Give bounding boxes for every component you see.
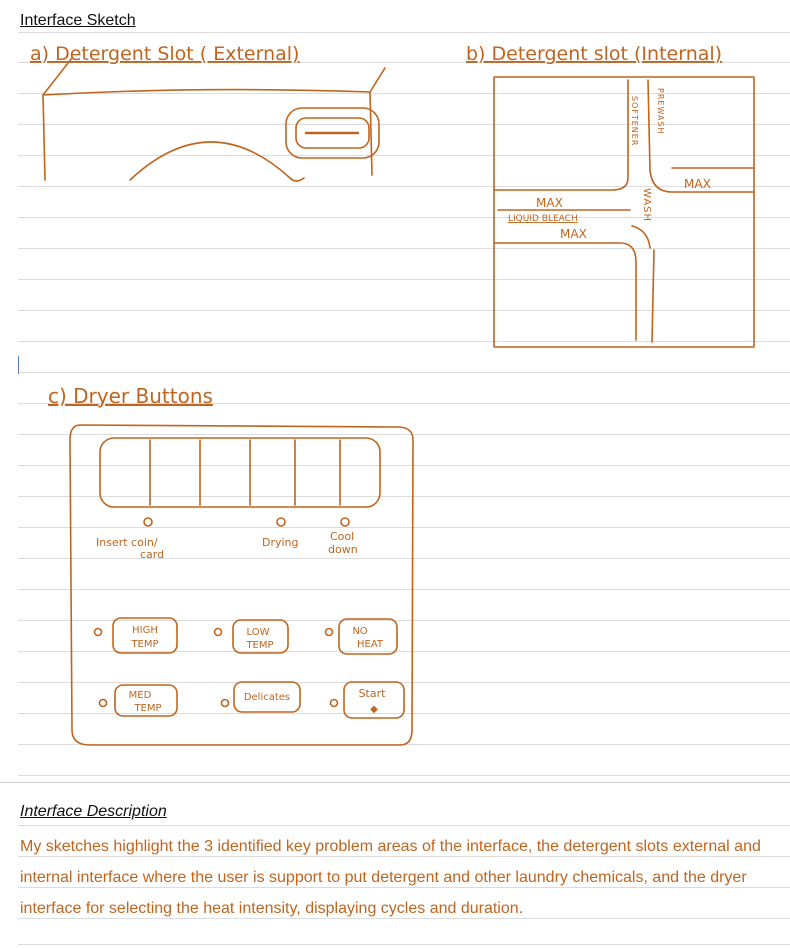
max-under-bleach-label: MAX xyxy=(560,227,587,241)
softener-label: SOFTENER xyxy=(630,96,639,146)
insert-coin-label-line2: card xyxy=(140,548,164,561)
start-symbol-icon: ◆ xyxy=(370,704,378,715)
high-temp-led-icon xyxy=(93,627,103,637)
ruled-line xyxy=(18,944,790,945)
section-divider xyxy=(0,782,790,783)
machine-side xyxy=(42,94,46,181)
liquid-bleach-label: LIQUID BLEACH xyxy=(508,214,578,224)
no-heat-button[interactable]: NO HEAT xyxy=(338,618,398,655)
no-heat-label-line2: HEAT xyxy=(357,639,384,650)
sketch-b-title: b) Detergent slot (Internal) xyxy=(466,43,722,65)
cool-down-indicator-icon xyxy=(340,517,350,527)
low-temp-label-line2: TEMP xyxy=(245,640,273,651)
machine-edge-right xyxy=(369,67,386,93)
description-heading: Interface Description xyxy=(20,803,167,820)
low-temp-button[interactable]: LOW TEMP xyxy=(232,619,289,654)
insert-coin-indicator-icon xyxy=(143,517,153,527)
description-body: My sketches highlight the 3 identified k… xyxy=(20,838,761,917)
drying-label: Drying xyxy=(262,536,299,549)
max-left-label: MAX xyxy=(536,196,563,210)
door-arc xyxy=(129,141,291,181)
low-temp-label: LOW xyxy=(247,627,270,638)
high-temp-button[interactable]: HIGH TEMP xyxy=(112,617,178,654)
low-temp-led-icon xyxy=(213,627,223,637)
no-heat-led-icon xyxy=(324,627,334,637)
delicates-led-icon xyxy=(220,698,230,708)
max-right-label: MAX xyxy=(684,177,711,191)
start-led-icon xyxy=(329,698,339,708)
ruled-line xyxy=(18,825,790,826)
sketch-a-external-slot xyxy=(42,57,386,182)
delicates-button[interactable]: Delicates xyxy=(233,681,301,713)
machine-top-edge xyxy=(42,88,371,96)
start-label: Start xyxy=(359,687,387,700)
med-temp-button[interactable]: MED TEMP xyxy=(114,684,178,717)
med-temp-label-line2: TEMP xyxy=(133,703,161,714)
high-temp-label-line2: TEMP xyxy=(130,639,158,650)
wash-channel xyxy=(651,249,655,343)
cool-down-label-line2: down xyxy=(328,543,358,556)
machine-side-right xyxy=(369,91,373,176)
sketch-b-internal-slot xyxy=(493,76,755,348)
door-arc-end xyxy=(289,177,305,182)
med-temp-led-icon xyxy=(98,698,108,708)
sketch-canvas: a) Detergent Slot ( External) b) Deterge… xyxy=(30,43,755,746)
high-temp-label: HIGH xyxy=(132,625,158,636)
notebook-page: Interface Sketch a) Detergent Slot (Ext… xyxy=(0,0,790,948)
wash-label: WASH xyxy=(641,188,652,222)
med-temp-label: MED xyxy=(129,690,152,701)
cycle-display xyxy=(99,437,381,508)
compartment-softener-left xyxy=(493,79,629,191)
sketch-a-title: a) Detergent Slot ( External) xyxy=(30,43,299,65)
compartment-bleach xyxy=(493,242,637,341)
prewash-label: PREWASH xyxy=(656,88,665,134)
drying-indicator-icon xyxy=(276,517,286,527)
channel-curve xyxy=(631,225,651,249)
sketch-c-title: c) Dryer Buttons xyxy=(48,384,213,408)
delicates-label: Delicates xyxy=(244,692,290,703)
start-button[interactable]: Start ◆ xyxy=(343,681,405,719)
drawer-outline xyxy=(493,76,755,348)
cool-down-label: Cool xyxy=(330,530,354,543)
no-heat-label: NO xyxy=(352,626,367,637)
